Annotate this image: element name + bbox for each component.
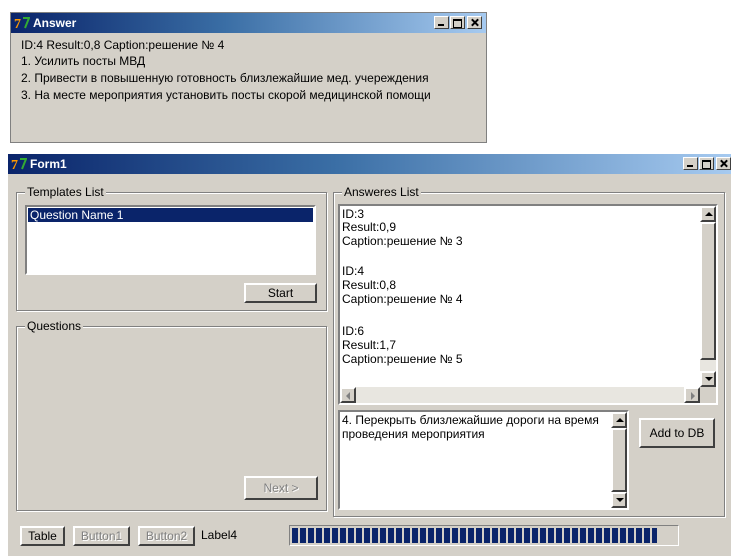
- minimize-icon[interactable]: [683, 157, 698, 170]
- scroll-thumb[interactable]: [611, 428, 627, 492]
- button1[interactable]: Button1: [73, 526, 130, 546]
- add-to-db-button[interactable]: Add to DB: [639, 418, 715, 448]
- form-titlebar[interactable]: 7 Form1: [8, 154, 731, 174]
- memo-hscrollbar[interactable]: [340, 387, 700, 403]
- scroll-up-icon[interactable]: [611, 412, 627, 428]
- scroll-corner: [700, 387, 716, 403]
- next-button[interactable]: Next >: [244, 476, 318, 500]
- button2[interactable]: Button2: [138, 526, 195, 546]
- scroll-down-icon[interactable]: [611, 492, 627, 508]
- memo-line: ID:4: [342, 264, 365, 278]
- label4: Label4: [201, 528, 238, 542]
- scroll-thumb[interactable]: [700, 222, 716, 360]
- answer-input-memo[interactable]: 4. Перекрыть близлежайшие дороги на врем…: [338, 410, 629, 510]
- answer-header-line: ID:4 Result:0,8 Caption:решение № 4: [21, 38, 225, 52]
- memo-line: Result:1,7: [342, 338, 397, 352]
- close-icon[interactable]: [716, 157, 731, 170]
- form-window: 7 Form1 Templates List Question Name 1 S…: [8, 154, 731, 556]
- memo-line: Result:0,9: [342, 220, 397, 234]
- answer-titlebar[interactable]: 7 Answer: [11, 13, 486, 33]
- memo-line: ID:6: [342, 324, 365, 338]
- svg-text:7: 7: [14, 17, 21, 31]
- scroll-right-icon[interactable]: [684, 387, 700, 403]
- table-button[interactable]: Table: [20, 526, 65, 546]
- templates-listbox[interactable]: Question Name 1: [25, 205, 316, 275]
- scroll-up-icon[interactable]: [700, 206, 716, 222]
- start-button[interactable]: Start: [244, 283, 317, 303]
- svg-text:7: 7: [11, 158, 18, 172]
- memo-line: ID:3: [342, 207, 365, 221]
- minimize-icon[interactable]: [434, 16, 449, 29]
- form-title: Form1: [30, 157, 67, 171]
- memo-line: Caption:решение № 5: [342, 352, 463, 366]
- close-icon[interactable]: [467, 16, 482, 29]
- list-item[interactable]: Question Name 1: [28, 208, 313, 222]
- answers-group-label: Answeres List: [342, 185, 421, 199]
- input-line: проведения мероприятия: [342, 427, 485, 441]
- answer-line-2: 2. Привести в повышенную готовность близ…: [21, 71, 429, 85]
- answers-memo[interactable]: ID:3 Result:0,9 Caption:решение № 3 ID:4…: [338, 204, 718, 405]
- input-vscrollbar[interactable]: [611, 412, 627, 508]
- app-icon: 7: [11, 158, 27, 172]
- memo-line: Caption:решение № 4: [342, 292, 463, 306]
- answers-group: Answeres List ID:3 Result:0,9 Caption:ре…: [333, 185, 725, 517]
- scroll-down-icon[interactable]: [700, 371, 716, 387]
- scroll-left-icon[interactable]: [340, 387, 356, 403]
- questions-group: Questions Next >: [16, 319, 327, 511]
- progress-fill: [292, 528, 657, 543]
- app-icon: 7: [14, 17, 30, 31]
- maximize-icon[interactable]: [450, 16, 465, 29]
- answer-line-3: 3. На месте мероприятия установить посты…: [21, 88, 431, 102]
- memo-line: Result:0,8: [342, 278, 397, 292]
- questions-group-label: Questions: [25, 319, 84, 333]
- maximize-icon[interactable]: [699, 157, 714, 170]
- templates-group-label: Templates List: [25, 185, 106, 199]
- answer-line-1: 1. Усилить посты МВД: [21, 54, 146, 68]
- input-line: 4. Перекрыть близлежайшие дороги на врем…: [342, 413, 599, 427]
- memo-line: Caption:решение № 3: [342, 234, 463, 248]
- memo-vscrollbar[interactable]: [700, 206, 716, 387]
- answer-title: Answer: [33, 16, 77, 30]
- templates-group: Templates List Question Name 1 Start: [16, 185, 327, 311]
- answer-window: 7 Answer ID:4 Result:0,8 Caption:решение…: [10, 12, 487, 143]
- progress-bar: [289, 525, 679, 546]
